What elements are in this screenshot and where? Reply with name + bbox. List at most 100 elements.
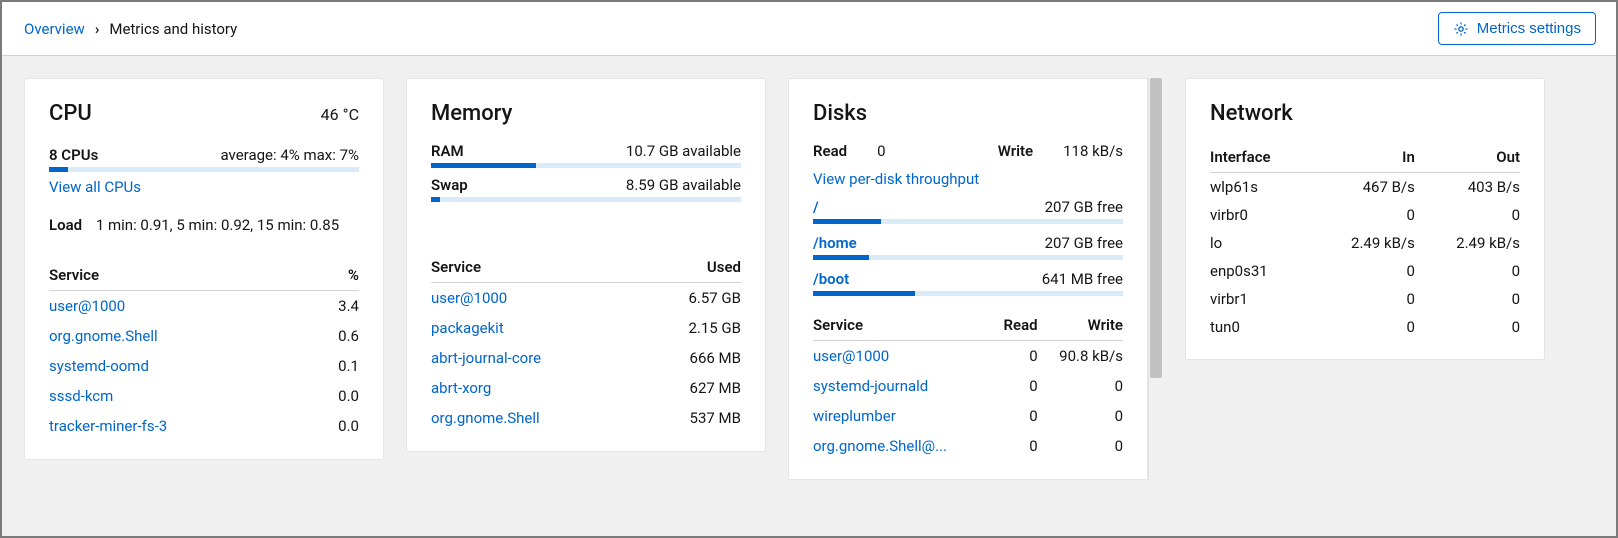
- cell-value: 0.1: [313, 351, 359, 381]
- iface-name: tun0: [1210, 313, 1310, 341]
- mount-link[interactable]: /home: [813, 234, 857, 252]
- service-link[interactable]: systemd-oomd: [49, 357, 149, 375]
- cards-container: CPU 46 °C 8 CPUs average: 4% max: 7% Vie…: [2, 56, 1616, 532]
- swap-fill: [431, 197, 440, 202]
- cell-value: 2.49 kB/s: [1310, 229, 1415, 257]
- mount-fill: [813, 219, 881, 224]
- cell-value: 0: [992, 371, 1038, 401]
- net-th-in: In: [1310, 142, 1415, 173]
- breadcrumb-current: Metrics and history: [109, 20, 237, 38]
- view-all-cpus-link[interactable]: View all CPUs: [49, 178, 141, 196]
- service-link[interactable]: abrt-xorg: [431, 379, 491, 397]
- service-link[interactable]: sssd-kcm: [49, 387, 113, 405]
- disks-scrollbar[interactable]: [1148, 78, 1163, 480]
- iface-name: virbr1: [1210, 285, 1310, 313]
- net-th-out: Out: [1415, 142, 1520, 173]
- swap-bar: [431, 197, 741, 202]
- service-link[interactable]: abrt-journal-core: [431, 349, 541, 367]
- table-row: enp0s3100: [1210, 257, 1520, 285]
- service-link[interactable]: systemd-journald: [813, 377, 928, 395]
- cell-value: 0: [1415, 313, 1520, 341]
- cpu-usage-bar: [49, 167, 359, 172]
- disks-scroll-thumb[interactable]: [1150, 78, 1162, 378]
- breadcrumb: Overview › Metrics and history: [24, 20, 237, 38]
- cell-value: 0: [1038, 371, 1123, 401]
- table-row: wireplumber 00: [813, 401, 1123, 431]
- service-link[interactable]: user@1000: [49, 297, 125, 315]
- cell-value: 3.4: [313, 291, 359, 322]
- service-link[interactable]: org.gnome.Shell@...: [813, 437, 947, 455]
- table-row: systemd-oomd 0.1: [49, 351, 359, 381]
- cpu-avg-max: average: 4% max: 7%: [220, 146, 359, 164]
- cpu-title: CPU: [49, 101, 92, 126]
- disk-mount: /home 207 GB free: [813, 234, 1123, 260]
- metrics-settings-label: Metrics settings: [1477, 20, 1581, 37]
- network-card: Network Interface In Out wlp61s467 B/s40…: [1185, 78, 1545, 360]
- cell-value: 2.49 kB/s: [1415, 229, 1520, 257]
- network-table: Interface In Out wlp61s467 B/s403 B/svir…: [1210, 142, 1520, 341]
- service-link[interactable]: packagekit: [431, 319, 504, 337]
- service-link[interactable]: user@1000: [813, 347, 889, 365]
- table-row: virbr100: [1210, 285, 1520, 313]
- cell-value: 537 MB: [641, 403, 741, 433]
- mount-link[interactable]: /boot: [813, 270, 849, 288]
- breadcrumb-overview-link[interactable]: Overview: [24, 20, 85, 38]
- view-per-disk-link[interactable]: View per-disk throughput: [813, 170, 979, 188]
- cell-value: 666 MB: [641, 343, 741, 373]
- cell-value: 0: [1415, 257, 1520, 285]
- cpu-service-table: Service % user@10003.4org.gnome.Shell0.6…: [49, 260, 359, 441]
- table-row: org.gnome.Shell@...00: [813, 431, 1123, 461]
- service-link[interactable]: user@1000: [431, 289, 507, 307]
- cpu-temp: 46 °C: [321, 105, 359, 124]
- mount-bar: [813, 219, 1123, 224]
- disk-read-label: Read: [813, 142, 847, 160]
- disks-scroll-holder: Disks Read0 Write118 kB/s View per-disk …: [788, 78, 1163, 480]
- disk-th-read: Read: [992, 310, 1038, 341]
- disk-service-table: Service Read Write user@1000090.8 kB/ssy…: [813, 310, 1123, 461]
- table-row: systemd-journald 00: [813, 371, 1123, 401]
- mem-th-service: Service: [431, 252, 641, 283]
- cell-value: 0.6: [313, 321, 359, 351]
- memory-service-table: Service Used user@10006.57 GBpackagekit2…: [431, 252, 741, 433]
- cpu-th-service: Service: [49, 260, 313, 291]
- cpu-load-label: Load: [49, 216, 82, 234]
- service-link[interactable]: tracker-miner-fs-3: [49, 417, 167, 435]
- cell-value: 0: [1415, 285, 1520, 313]
- gear-icon: [1453, 21, 1469, 37]
- iface-name: virbr0: [1210, 201, 1310, 229]
- table-row: org.gnome.Shell 537 MB: [431, 403, 741, 433]
- chevron-right-icon: ›: [95, 20, 100, 38]
- mount-fill: [813, 291, 915, 296]
- cell-value: 0: [1310, 201, 1415, 229]
- disk-mount: /boot 641 MB free: [813, 270, 1123, 296]
- cell-value: 0: [1038, 431, 1123, 461]
- mount-link[interactable]: /: [813, 198, 819, 216]
- table-row: tracker-miner-fs-30.0: [49, 411, 359, 441]
- cell-value: 0: [1310, 257, 1415, 285]
- mount-free: 207 GB free: [1045, 234, 1123, 252]
- iface-name: wlp61s: [1210, 173, 1310, 202]
- memory-card: Memory RAM 10.7 GB available Swap 8.59 G…: [406, 78, 766, 452]
- disk-read-val: 0: [877, 142, 885, 160]
- cell-value: 0: [992, 341, 1038, 372]
- disk-th-write: Write: [1038, 310, 1123, 341]
- cell-value: 0: [1415, 201, 1520, 229]
- cell-value: 403 B/s: [1415, 173, 1520, 202]
- table-row: abrt-journal-core 666 MB: [431, 343, 741, 373]
- service-link[interactable]: org.gnome.Shell: [49, 327, 158, 345]
- service-link[interactable]: wireplumber: [813, 407, 896, 425]
- cpu-load-values: 1 min: 0.91, 5 min: 0.92, 15 min: 0.85: [96, 216, 339, 234]
- ram-available: 10.7 GB available: [626, 142, 741, 160]
- cell-value: 0: [1038, 401, 1123, 431]
- ram-label: RAM: [431, 142, 464, 160]
- metrics-settings-button[interactable]: Metrics settings: [1438, 12, 1596, 45]
- cpu-card: CPU 46 °C 8 CPUs average: 4% max: 7% Vie…: [24, 78, 384, 460]
- service-link[interactable]: org.gnome.Shell: [431, 409, 540, 427]
- mount-bar: [813, 255, 1123, 260]
- disk-write-val: 118 kB/s: [1063, 142, 1123, 160]
- table-row: packagekit2.15 GB: [431, 313, 741, 343]
- cell-value: 0: [992, 401, 1038, 431]
- mount-free: 641 MB free: [1042, 270, 1123, 288]
- table-row: wlp61s467 B/s403 B/s: [1210, 173, 1520, 202]
- disk-write-label: Write: [998, 142, 1033, 160]
